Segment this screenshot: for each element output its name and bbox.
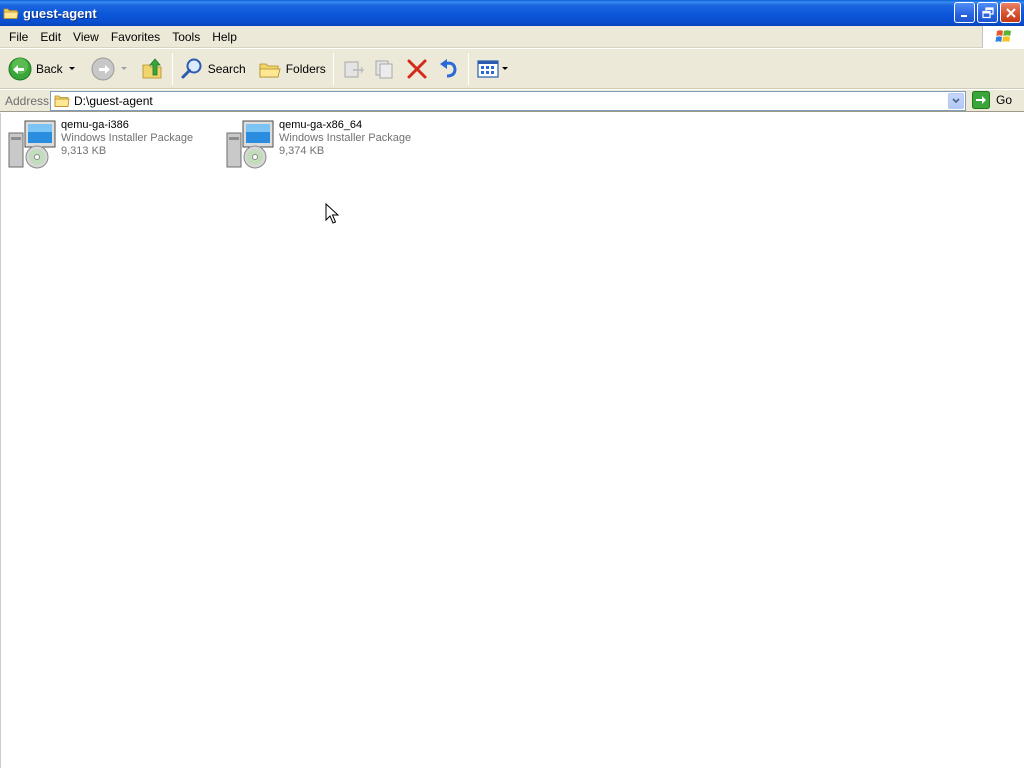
search-label: Search [207, 61, 246, 76]
delete-icon [407, 59, 427, 78]
close-icon [1005, 7, 1016, 18]
toolbar-separator [332, 52, 334, 85]
views-button[interactable] [472, 53, 512, 85]
file-item-qemu-ga-i386[interactable]: qemu-ga-i386 Windows Installer Package 9… [7, 119, 217, 177]
forward-button[interactable] [87, 53, 131, 85]
installer-package-icon [7, 119, 57, 171]
go-button[interactable]: Go [972, 91, 1012, 109]
chevron-down-icon [952, 98, 960, 104]
toolbar-separator [467, 52, 469, 85]
restore-button[interactable] [977, 2, 998, 23]
close-button[interactable] [1000, 2, 1021, 23]
menu-edit[interactable]: Edit [34, 27, 67, 47]
file-name: qemu-ga-i386 [61, 119, 129, 131]
file-type: Windows Installer Package [279, 132, 412, 144]
folder-icon [3, 6, 19, 20]
undo-icon [439, 58, 457, 77]
menu-file[interactable]: File [0, 27, 34, 47]
mouse-cursor-icon [325, 203, 339, 224]
up-folder-button[interactable] [137, 53, 169, 85]
file-item-qemu-ga-x86_64[interactable]: qemu-ga-x86_64 Windows Installer Package… [225, 119, 435, 177]
title-bar[interactable]: guest-agent [0, 0, 1024, 26]
address-dropdown-button[interactable] [948, 93, 964, 109]
move-to-button[interactable] [337, 53, 369, 85]
delete-button[interactable] [401, 53, 433, 85]
file-list-view[interactable]: qemu-ga-i386 Windows Installer Package 9… [0, 113, 1024, 768]
back-button[interactable]: Back [4, 53, 79, 85]
back-dropdown-icon[interactable] [68, 67, 75, 70]
copy-to-icon [375, 60, 393, 78]
address-field[interactable]: D:\guest-agent [50, 91, 966, 111]
go-arrow-icon [972, 91, 990, 109]
views-icon [477, 59, 499, 78]
folders-label: Folders [285, 61, 326, 76]
menu-tools[interactable]: Tools [166, 27, 206, 47]
folders-button[interactable]: Folders [254, 53, 330, 85]
undo-button[interactable] [433, 53, 465, 85]
minimize-button[interactable] [954, 2, 975, 23]
copy-to-button[interactable] [369, 53, 401, 85]
menu-help[interactable]: Help [206, 27, 243, 47]
search-icon [181, 58, 202, 78]
move-to-icon [344, 61, 364, 77]
windows-logo-icon [982, 26, 1024, 48]
file-size: 9,313 KB [61, 145, 107, 157]
minimize-icon [960, 14, 967, 17]
address-value[interactable]: D:\guest-agent [74, 94, 153, 108]
installer-package-icon [225, 119, 275, 171]
menu-view[interactable]: View [67, 27, 105, 47]
views-dropdown-icon[interactable] [501, 67, 508, 70]
toolbar-separator [171, 52, 173, 85]
menu-bar: File Edit View Favorites Tools Help [0, 26, 1024, 48]
up-folder-icon [142, 57, 162, 78]
forward-dropdown-icon[interactable] [120, 67, 127, 70]
file-type: Windows Installer Package [61, 132, 194, 144]
toolbar: Back Search Folders [0, 49, 1024, 89]
window-title: guest-agent [23, 5, 97, 21]
go-label: Go [996, 93, 1013, 107]
file-size: 9,374 KB [279, 145, 325, 157]
address-label: Address [5, 93, 50, 108]
search-button[interactable]: Search [176, 53, 250, 85]
menu-favorites[interactable]: Favorites [105, 27, 166, 47]
folder-icon [54, 95, 70, 107]
back-label: Back [36, 61, 63, 76]
restore-icon [981, 6, 994, 18]
file-name: qemu-ga-x86_64 [279, 119, 363, 131]
address-bar: Address D:\guest-agent Go [0, 90, 1024, 112]
folders-icon [259, 63, 281, 77]
forward-arrow-icon [91, 57, 115, 80]
back-arrow-icon [8, 57, 32, 80]
